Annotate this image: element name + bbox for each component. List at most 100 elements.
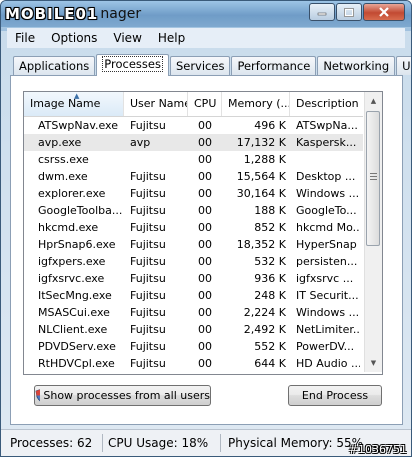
shield-icon: [35, 389, 41, 402]
cell-memory: 248 K: [254, 289, 286, 302]
column-user-name-label: User Name: [130, 97, 188, 110]
cell-image-name: MSASCui.exe: [38, 306, 110, 319]
table-row[interactable]: MSASCui.exe Fujitsu 00 2,224 K Windows ...: [24, 304, 363, 321]
cell-image-name: RtHDVCpl.exe: [38, 357, 115, 370]
menu-bar: File Options View Help: [7, 28, 405, 48]
cell-description: HD Audio ...: [296, 357, 360, 370]
close-button[interactable]: [363, 3, 405, 21]
cell-cpu: 00: [198, 238, 212, 251]
menu-file[interactable]: File: [7, 31, 43, 45]
tab-networking[interactable]: Networking: [317, 56, 396, 75]
cell-description: GoogleTo...: [296, 204, 357, 217]
cell-image-name: GoogleToolba...: [38, 204, 123, 217]
cell-cpu: 00: [198, 119, 212, 132]
cell-cpu: 00: [198, 323, 212, 336]
cell-cpu: 00: [198, 136, 212, 149]
vertical-scrollbar[interactable]: ▲ ▼: [364, 92, 382, 372]
table-row[interactable]: ItSecMng.exe Fujitsu 00 248 K IT Securit...: [24, 287, 363, 304]
cell-user-name: Fujitsu: [130, 340, 166, 353]
menu-view[interactable]: View: [105, 31, 149, 45]
table-row[interactable]: HprSnap6.exe Fujitsu 00 18,352 K HyperSnap: [24, 236, 363, 253]
process-list[interactable]: ▲ Image Name User Name CPU Memory (... D…: [23, 91, 383, 375]
menu-help[interactable]: Help: [150, 31, 193, 45]
table-row[interactable]: avp.exe avp 00 17,132 K Kaspersk...: [24, 134, 363, 151]
table-row[interactable]: csrss.exe 00 1,288 K: [24, 151, 363, 168]
column-image-name[interactable]: ▲ Image Name: [24, 92, 124, 116]
cell-image-name: dwm.exe: [38, 170, 88, 183]
column-description[interactable]: Description: [290, 92, 363, 116]
cell-image-name: HprSnap6.exe: [38, 238, 116, 251]
show-all-processes-button[interactable]: Show processes from all users: [34, 385, 211, 406]
scroll-down-icon[interactable]: ▼: [365, 355, 382, 371]
maximize-button[interactable]: [336, 3, 362, 21]
table-row[interactable]: GoogleToolba... Fujitsu 00 188 K GoogleTo...: [24, 202, 363, 219]
minimize-button[interactable]: [309, 3, 335, 21]
status-cpu-usage: CPU Usage: 18%: [105, 434, 221, 452]
menu-options[interactable]: Options: [43, 31, 105, 45]
cell-description: Desktop ...: [296, 170, 356, 183]
table-row[interactable]: dwm.exe Fujitsu 00 15,564 K Desktop ...: [24, 168, 363, 185]
cell-user-name: [130, 151, 194, 168]
column-cpu[interactable]: CPU: [188, 92, 222, 116]
sort-ascending-icon: ▲: [74, 92, 80, 100]
process-rows: ATSwpNav.exe Fujitsu 00 496 K ATSwpNa... avp.…: [24, 117, 363, 372]
show-all-processes-label: Show processes from all users: [43, 389, 210, 402]
cell-user-name: avp: [130, 136, 151, 149]
table-row[interactable]: hkcmd.exe Fujitsu 00 852 K hkcmd Mo...: [24, 219, 363, 236]
cell-cpu: 00: [198, 187, 212, 200]
cell-description: Windows ...: [296, 306, 360, 319]
tab-processes[interactable]: Processes: [96, 54, 169, 76]
cell-memory: 552 K: [254, 340, 286, 353]
end-process-button[interactable]: End Process: [288, 385, 382, 406]
cell-user-name: Fujitsu: [130, 272, 166, 285]
cell-description: ATSwpNa...: [296, 119, 358, 132]
table-row[interactable]: igfxpers.exe Fujitsu 00 532 K persisten...: [24, 253, 363, 270]
table-row[interactable]: explorer.exe Fujitsu 00 30,164 K Windows ...: [24, 185, 363, 202]
cell-memory: 496 K: [254, 119, 286, 132]
tab-performance[interactable]: Performance: [231, 56, 317, 75]
close-icon: [379, 7, 389, 17]
cell-description: IT Securit...: [296, 289, 359, 302]
cell-image-name: igfxpers.exe: [38, 255, 106, 268]
cell-user-name: Fujitsu: [130, 187, 166, 200]
table-row[interactable]: PDVDServ.exe Fujitsu 00 552 K PowerDV...: [24, 338, 363, 355]
table-row[interactable]: NLClient.exe Fujitsu 00 2,492 K NetLimiter..…: [24, 321, 363, 338]
tab-users[interactable]: Users: [396, 56, 411, 75]
column-memory[interactable]: Memory (...: [222, 92, 290, 116]
cell-description: NetLimiter...: [296, 323, 360, 336]
cell-description: Windows ...: [296, 187, 360, 200]
cell-user-name: Fujitsu: [130, 255, 166, 268]
cell-user-name: Fujitsu: [130, 221, 166, 234]
logo-text: MOBILE01: [5, 5, 99, 23]
scroll-up-icon[interactable]: ▲: [365, 93, 382, 109]
grip-line: [370, 173, 377, 174]
tab-services[interactable]: Services: [169, 56, 231, 75]
cell-memory: 936 K: [254, 272, 286, 285]
cell-cpu: 00: [198, 170, 212, 183]
cell-image-name: hkcmd.exe: [38, 221, 99, 234]
column-user-name[interactable]: User Name: [124, 92, 188, 116]
tab-processes-label: Processes: [102, 56, 163, 72]
column-description-label: Description: [296, 97, 359, 110]
grip-line: [370, 179, 377, 180]
cell-user-name: Fujitsu: [130, 170, 166, 183]
cell-user-name: Fujitsu: [130, 323, 166, 336]
cell-memory: 852 K: [254, 221, 286, 234]
cell-description: [296, 151, 360, 168]
cell-image-name: igfxsrvc.exe: [38, 272, 105, 285]
cell-cpu: 00: [198, 255, 212, 268]
tab-applications[interactable]: Applications: [13, 56, 96, 75]
table-row[interactable]: ATSwpNav.exe Fujitsu 00 496 K ATSwpNa...: [24, 117, 363, 134]
cell-memory: 30,164 K: [236, 187, 286, 200]
scroll-thumb[interactable]: [366, 111, 380, 246]
table-row[interactable]: igfxsrvc.exe Fujitsu 00 936 K igfxsrvc ...: [24, 270, 363, 287]
title-logo: MOBILE01 nager: [5, 4, 141, 24]
cell-user-name: Fujitsu: [130, 119, 166, 132]
status-processes: Processes: 62: [7, 434, 103, 452]
cell-user-name: Fujitsu: [130, 204, 166, 217]
table-row[interactable]: RtHDVCpl.exe Fujitsu 00 644 K HD Audio ...: [24, 355, 363, 372]
title-bar[interactable]: MOBILE01 nager: [1, 1, 411, 27]
cell-user-name: Fujitsu: [130, 357, 166, 370]
column-memory-label: Memory (...: [228, 97, 290, 110]
cell-cpu: 00: [198, 153, 212, 166]
